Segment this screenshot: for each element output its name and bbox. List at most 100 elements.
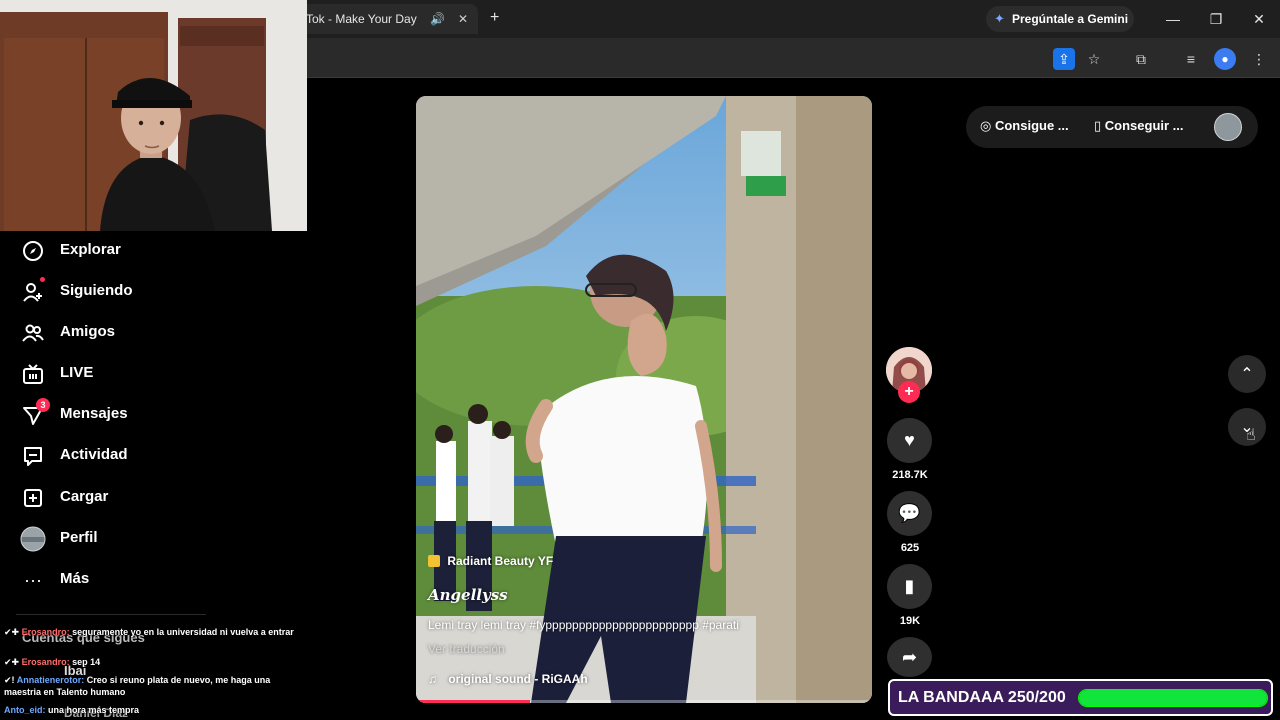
get-coins-label: Consigue ... [994, 118, 1069, 133]
sidebar-item-label: Actividad [60, 446, 128, 463]
sidebar-item-label: Mensajes [60, 405, 128, 422]
chat-badge-icon: ✔✚ [4, 657, 20, 667]
share-icon: ➦ [901, 646, 918, 667]
chat-username: Anto_eid: [4, 705, 46, 715]
goal-progress-fill [1079, 690, 1267, 706]
get-app-label: Conseguir ... [1104, 118, 1184, 133]
sidebar-item-live[interactable]: LIVE [20, 359, 280, 389]
send-icon: 3 [20, 398, 50, 428]
sound-label: original sound - RiGAAh [448, 672, 588, 686]
profile-avatar[interactable] [1214, 113, 1242, 141]
compass-icon [20, 238, 46, 264]
restore-icon[interactable]: ❐ [1205, 8, 1227, 30]
sidebar-item-label: Explorar [60, 241, 121, 258]
follow-plus-icon[interactable]: + [898, 381, 920, 403]
chevron-up-icon: ⌃ [1240, 366, 1254, 383]
sidebar-item-label: Perfil [60, 529, 98, 546]
bookmark-star-icon[interactable]: ☆ [1083, 48, 1105, 70]
sidebar-item-amigos[interactable]: Amigos [20, 318, 280, 348]
effect-icon [428, 555, 440, 567]
user-follow-icon [20, 277, 46, 305]
close-tab-icon[interactable]: ✕ [458, 4, 468, 34]
chat-username: Annatienerotor: [16, 675, 85, 685]
sidebar-item-label: Cargar [60, 488, 109, 505]
like-button[interactable]: ♥ [887, 418, 932, 463]
get-coins-button[interactable]: ◎ Consigue ... [980, 118, 1069, 134]
live-tv-icon [20, 361, 46, 387]
top-right-actions: ◎ Consigue ... ▯ Conseguir ... [966, 106, 1258, 148]
heart-icon: ♥ [904, 430, 915, 450]
chat-username: Erosandro: [21, 627, 70, 637]
sidebar-item-label: LIVE [60, 364, 94, 381]
video-progress-bar[interactable] [416, 700, 872, 703]
save-count: 19K [899, 615, 921, 627]
get-app-button[interactable]: ▯ Conseguir ... [1094, 118, 1184, 134]
sidebar-item-siguiendo[interactable]: Siguiendo [20, 277, 280, 307]
sidebar-item-cargar[interactable]: Cargar [20, 483, 280, 513]
gemini-label: Pregúntale a Gemini [1012, 12, 1129, 26]
kebab-menu-icon[interactable]: ⋮ [1248, 48, 1270, 70]
sidebar-item-mensajes[interactable]: 3 Mensajes [20, 398, 280, 430]
sidebar-divider [16, 614, 206, 615]
message-count-badge: 3 [36, 398, 50, 412]
sidebar-item-mas[interactable]: ··· Más [20, 565, 280, 595]
chat-badge-icon: ✔! [4, 675, 15, 685]
video-frame [416, 96, 872, 703]
hand-cursor-icon: ☝ [1246, 427, 1256, 444]
chat-text: seguramente yo en la universidad ni vuel… [72, 627, 294, 637]
extensions-icon[interactable]: ⧉ [1130, 48, 1152, 70]
save-button[interactable]: ▮ [887, 564, 932, 609]
sidebar-item-label: Siguiendo [60, 282, 133, 299]
notification-dot [40, 277, 45, 282]
video-progress-fill [416, 700, 530, 703]
coin-icon: ◎ [980, 118, 992, 133]
comment-icon: 💬 [898, 503, 921, 523]
goal-progress-bar [1078, 689, 1268, 707]
chat-badge-icon: ✔✚ [4, 627, 20, 637]
sidebar-item-explorar[interactable]: Explorar [20, 236, 280, 266]
bookmark-icon: ▮ [904, 576, 915, 596]
comment-count: 625 [900, 542, 920, 554]
like-count: 218.7K [892, 469, 928, 481]
reading-list-icon[interactable]: ≡ [1180, 48, 1202, 70]
video-player[interactable]: Radiant Beauty YF Angellyss Lemi tray le… [416, 96, 872, 703]
phone-icon: ▯ [1094, 118, 1102, 133]
gemini-star-icon: ✦ [994, 11, 1005, 26]
sidebar-item-actividad[interactable]: Actividad [20, 441, 280, 471]
chat-username: Erosandro: [21, 657, 70, 667]
gemini-button[interactable]: ✦ Pregúntale a Gemini [986, 6, 1134, 32]
video-caption: Lemi tray lemi tray #fyppppppppppppppppp… [428, 618, 739, 632]
webcam-overlay [0, 0, 307, 231]
chat-text: sep 14 [72, 657, 101, 667]
upload-icon [20, 485, 46, 511]
window-close-icon[interactable]: ✕ [1248, 8, 1270, 30]
chat-message: ✔✚ Erosandro: sep 14 [4, 656, 304, 668]
chat-message: Anto_eid: una hora más tempra [4, 704, 304, 716]
previous-video-button[interactable]: ⌃ [1228, 355, 1266, 393]
avatar [20, 526, 46, 552]
goal-label: LA BANDAAA 250/200 [898, 689, 1066, 706]
more-icon: ··· [24, 569, 42, 590]
sound-link[interactable]: ♫ original sound - RiGAAh [428, 672, 588, 686]
translate-link[interactable]: Ver traducción [428, 642, 505, 656]
tab-title: Tok - Make Your Day [306, 12, 417, 26]
new-tab-icon[interactable]: + [490, 9, 499, 27]
cast-icon[interactable]: ⇪ [1053, 48, 1075, 70]
chat-message: ✔! Annatienerotor: Creo si reuno plata d… [4, 674, 304, 698]
chat-text: una hora más tempra [48, 705, 140, 715]
share-button[interactable]: ➦ [887, 637, 932, 677]
profile-icon[interactable]: ● [1214, 48, 1236, 70]
effect-label: Radiant Beauty YF [447, 554, 554, 568]
activity-icon [20, 443, 46, 469]
browser-tab[interactable]: Tok - Make Your Day 🔊 ✕ [300, 4, 478, 34]
stream-goal-widget: LA BANDAAA 250/200 [888, 679, 1273, 716]
friends-icon [20, 320, 46, 346]
speaker-icon[interactable]: 🔊 [430, 4, 445, 34]
chat-message: ✔✚ Erosandro: seguramente yo en la unive… [4, 626, 304, 638]
video-author[interactable]: Angellyss [428, 586, 508, 604]
comment-button[interactable]: 💬 [887, 491, 932, 536]
sidebar-item-perfil[interactable]: Perfil [20, 524, 280, 554]
effect-tag[interactable]: Radiant Beauty YF [428, 554, 553, 568]
sidebar-item-label: Amigos [60, 323, 116, 340]
minimize-icon[interactable]: — [1162, 8, 1184, 30]
